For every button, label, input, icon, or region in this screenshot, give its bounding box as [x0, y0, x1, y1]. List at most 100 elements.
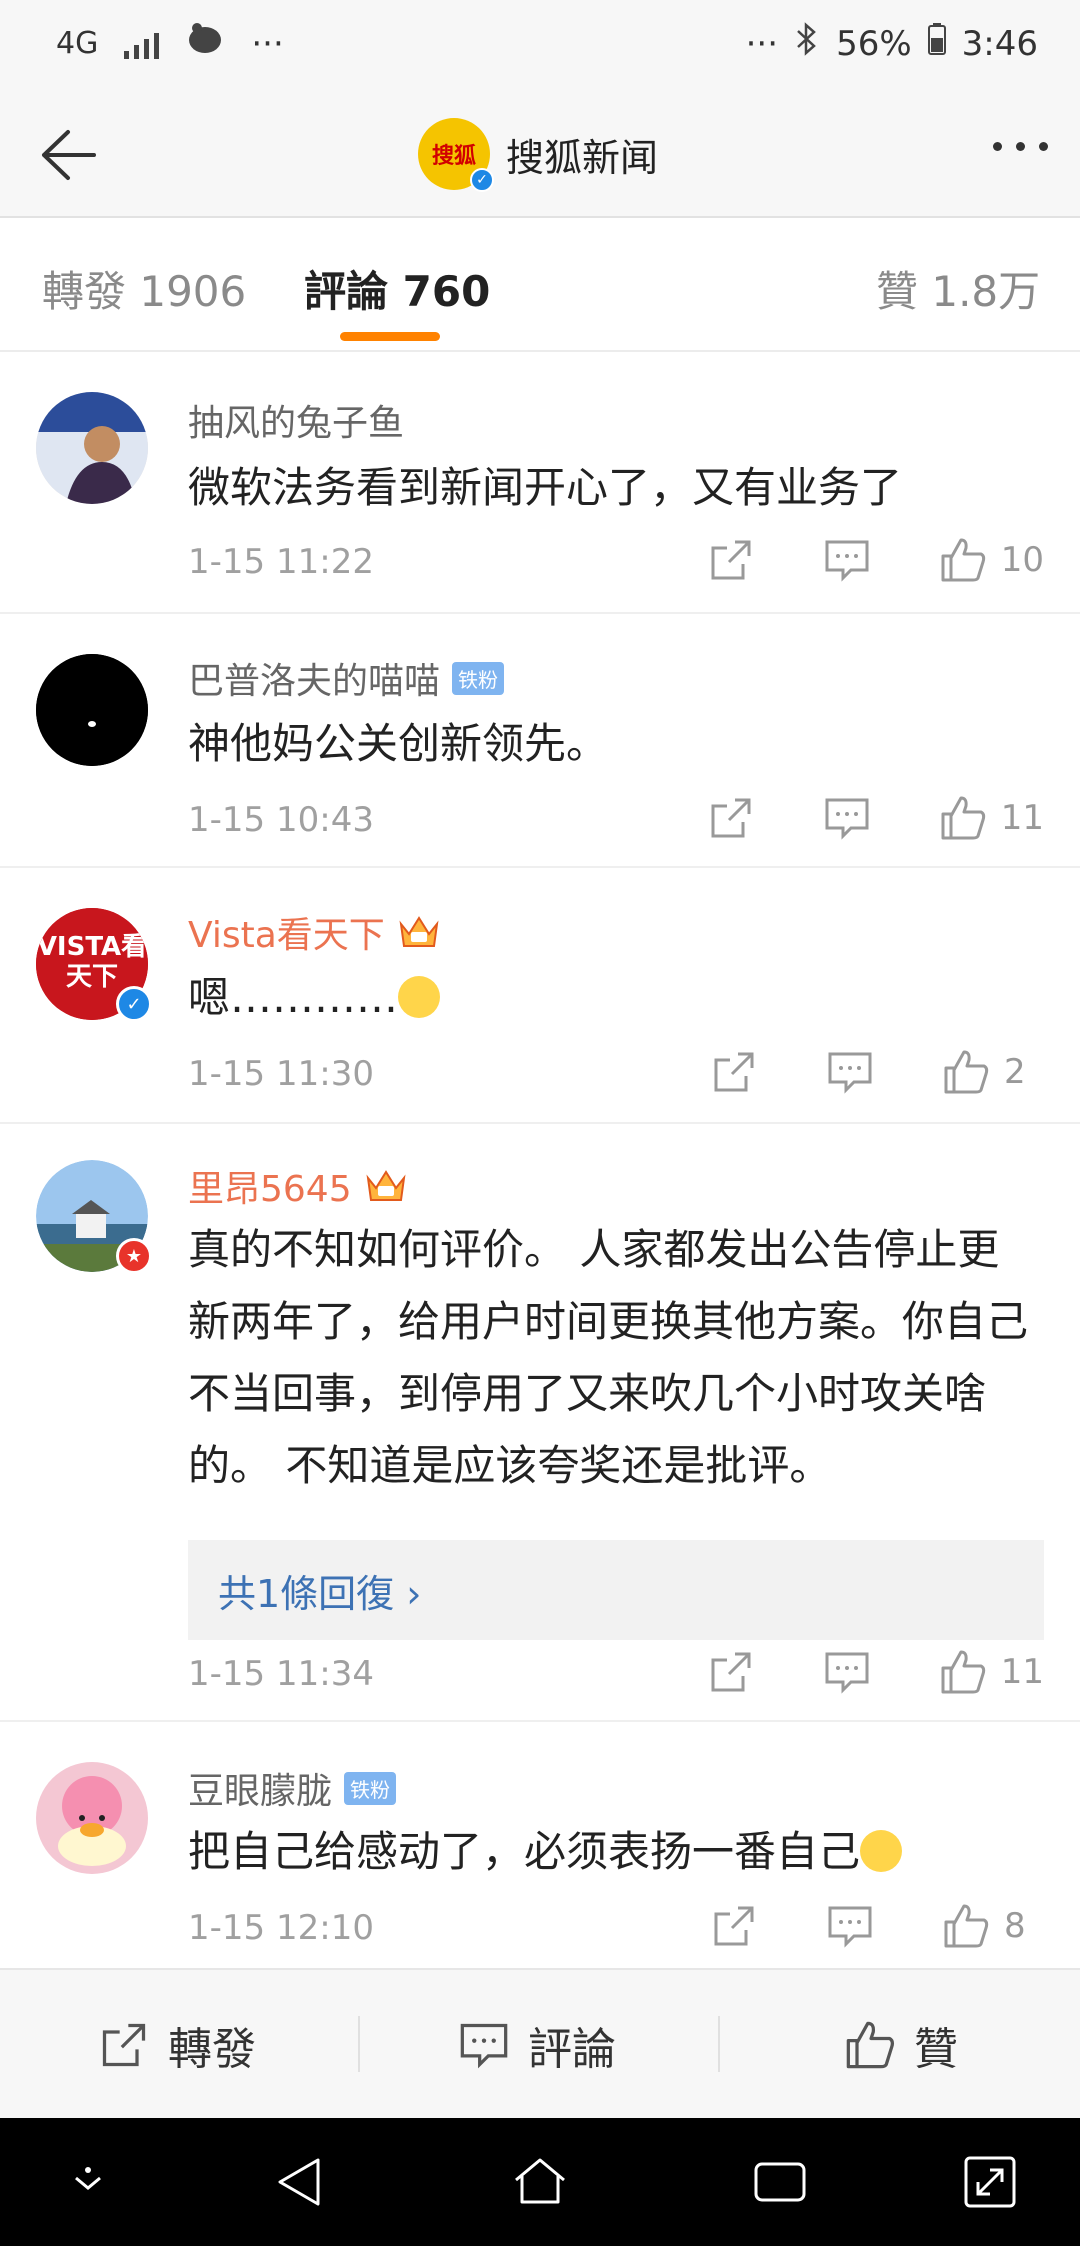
back-arrow-icon[interactable]: [30, 120, 100, 190]
commenter-name-text: 抽风的兔子鱼: [188, 403, 405, 444]
comment-text-body: 把自己给感动了，必须表扬一番自己: [188, 1827, 861, 1876]
user-avatar[interactable]: ★: [36, 1160, 152, 1274]
more-status-indicator: ···: [745, 23, 779, 64]
recent-apps-nav-icon[interactable]: [750, 2152, 810, 2212]
home-nav-icon[interactable]: [510, 2152, 570, 2212]
hide-nav-icon[interactable]: [58, 2152, 118, 2212]
comment-time: 1-15 11:30: [188, 1054, 374, 1094]
bluetooth-icon: [794, 22, 820, 65]
comment-list: 抽风的兔子鱼 微软法务看到新闻开心了，又有业务了 1-15 11:22 10 巴…: [0, 352, 1080, 1968]
comment-actions: 10: [639, 536, 1044, 584]
like-icon[interactable]: [942, 1048, 990, 1096]
bottom-action-bar: 轉發 評論 贊: [0, 1968, 1080, 2118]
active-tab-indicator: [340, 332, 440, 341]
comment-icon[interactable]: [823, 536, 871, 584]
divider: [718, 2016, 720, 2072]
tab-bar: 轉發 1906 評論 760 贊 1.8万: [0, 218, 1080, 352]
user-avatar[interactable]: [36, 654, 148, 766]
comment-item: 巴普洛夫的喵喵 铁粉 神他妈公关创新领先。 1-15 10:43 11: [0, 614, 1080, 868]
back-nav-icon[interactable]: [270, 2152, 330, 2212]
repost-label: 轉發: [168, 2024, 256, 2075]
comment-item: 豆眼朦胧 铁粉 把自己给感动了，必须表扬一番自己 1-15 12:10 8: [0, 1722, 1080, 1968]
comment-text: 嗯…………: [188, 962, 1040, 1034]
commenter-name-text: 巴普洛夫的喵喵: [188, 661, 441, 702]
user-avatar[interactable]: VISTA看天下 ✓: [36, 908, 152, 1022]
clock: 3:46: [961, 23, 1038, 64]
comment-time: 1-15 12:10: [188, 1908, 374, 1948]
user-avatar[interactable]: [36, 392, 148, 504]
like-icon[interactable]: [939, 794, 987, 842]
commenter-name[interactable]: 巴普洛夫的喵喵 铁粉: [188, 652, 505, 704]
like-count: 8: [1004, 1906, 1026, 1946]
commenter-name[interactable]: 抽风的兔子鱼: [188, 394, 404, 446]
battery-icon: [927, 23, 946, 64]
repost-button[interactable]: 轉發: [98, 1970, 256, 2120]
comment-item: VISTA看天下 ✓ Vista看天下 嗯………… 1-15 11:30 2: [0, 868, 1080, 1124]
comment-label: 評論: [528, 2024, 616, 2075]
comment-text-body: 嗯…………: [188, 973, 399, 1022]
repost-icon[interactable]: [707, 536, 755, 584]
like-button[interactable]: 贊: [844, 1970, 958, 2120]
comment-actions: 8: [642, 1902, 1044, 1950]
account-name: 搜狐新闻: [506, 135, 659, 180]
comment-actions: 11: [639, 1648, 1044, 1696]
comment-icon[interactable]: [823, 1648, 871, 1696]
battery-percent: 56%: [836, 23, 912, 64]
comment-text: 真的不知如何评价。 人家都发出公告停止更新两年了，给用户时间更换其他方案。你自己…: [188, 1225, 1029, 1490]
tab-reposts[interactable]: 轉發 1906: [42, 258, 246, 319]
repost-icon[interactable]: [707, 1648, 755, 1696]
like-icon[interactable]: [939, 1648, 987, 1696]
commenter-name-text: Vista看天下: [188, 915, 385, 956]
repost-icon[interactable]: [710, 1902, 758, 1950]
comment-actions: 2: [642, 1048, 1044, 1096]
comment-button[interactable]: 評論: [458, 1970, 616, 2120]
status-bar: 4G ··· ··· 56% 3:46: [0, 0, 1080, 90]
replies-link[interactable]: 共1條回復 ›: [188, 1540, 1044, 1640]
laughing-tears-emoji-icon: [860, 1829, 903, 1872]
like-count: 11: [1000, 798, 1044, 838]
commenter-name[interactable]: Vista看天下: [188, 906, 441, 958]
vip-crown-icon: [399, 916, 439, 947]
repost-icon[interactable]: [707, 794, 755, 842]
tab-comments[interactable]: 評論 760: [304, 258, 490, 319]
repost-icon: [102, 2023, 146, 2067]
app-notification-icon: [185, 22, 225, 65]
verified-icon: ✓: [470, 168, 494, 192]
commenter-name-text: 豆眼朦胧: [188, 1771, 333, 1812]
comment-text: 把自己给感动了，必须表扬一番自己: [188, 1816, 1040, 1888]
more-options-icon[interactable]: [993, 142, 1048, 151]
account-header[interactable]: 搜狐 ✓ 搜狐新闻: [418, 118, 659, 192]
divider: [358, 2016, 360, 2072]
commenter-name-text: 里昂5645: [188, 1169, 352, 1210]
comment-time: 1-15 10:43: [188, 800, 374, 840]
like-icon[interactable]: [942, 1902, 990, 1950]
repost-icon[interactable]: [710, 1048, 758, 1096]
tab-likes[interactable]: 贊 1.8万: [876, 258, 1040, 319]
account-avatar-logo: 搜狐: [431, 144, 476, 169]
comment-text: 微软法务看到新闻开心了，又有业务了: [188, 463, 903, 512]
like-count: 10: [1000, 540, 1044, 580]
comment-actions: 11: [639, 794, 1044, 842]
like-icon[interactable]: [939, 536, 987, 584]
comment-icon[interactable]: [826, 1048, 874, 1096]
comment-time: 1-15 11:22: [188, 542, 374, 582]
comment-text: 神他妈公关创新领先。: [188, 719, 609, 768]
user-avatar[interactable]: [36, 1762, 148, 1874]
commenter-name[interactable]: 里昂5645: [188, 1160, 408, 1212]
rotate-screen-icon[interactable]: [960, 2152, 1020, 2212]
network-type: 4G: [56, 25, 99, 61]
comment-item: ★ 里昂5645 真的不知如何评价。 人家都发出公告停止更新两年了，给用户时间更…: [0, 1124, 1080, 1722]
more-notifications-indicator: ···: [251, 23, 284, 64]
like-count: 2: [1004, 1052, 1026, 1092]
comment-icon[interactable]: [826, 1902, 874, 1950]
comment-icon[interactable]: [823, 794, 871, 842]
vip-crown-icon: [366, 1170, 406, 1201]
comment-icon: [460, 2023, 508, 2069]
like-label: 贊: [914, 2024, 958, 2075]
comment-time: 1-15 11:34: [188, 1654, 374, 1694]
top-header: 搜狐 ✓ 搜狐新闻: [0, 90, 1080, 218]
account-avatar[interactable]: 搜狐 ✓: [418, 118, 494, 192]
commenter-name[interactable]: 豆眼朦胧 铁粉: [188, 1762, 397, 1814]
iron-fan-badge: 铁粉: [452, 661, 505, 695]
comment-item: 抽风的兔子鱼 微软法务看到新闻开心了，又有业务了 1-15 11:22 10: [0, 352, 1080, 614]
